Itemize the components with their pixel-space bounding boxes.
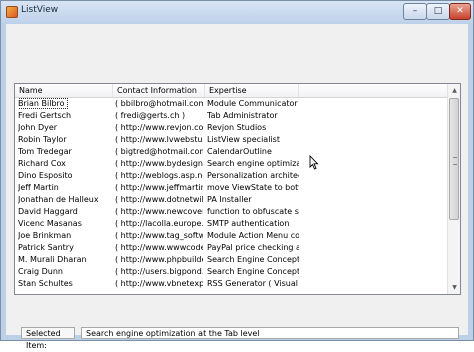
list-item[interactable]: Stan Schultes ( http://www.vbnetexpert...… bbox=[15, 278, 447, 290]
item-expertise: Search engine optimizati... bbox=[207, 159, 299, 168]
column-header-name[interactable]: Name bbox=[15, 84, 113, 97]
item-expertise: PA Installer bbox=[207, 195, 252, 204]
item-contact: ( http://www.bydesignwe... bbox=[115, 159, 203, 168]
item-name: M. Murali Dharan bbox=[18, 255, 87, 264]
item-name: Craig Dunn bbox=[18, 267, 63, 276]
list-item[interactable]: Richard Cox ( http://www.bydesignwe... Sea… bbox=[15, 158, 447, 170]
item-contact: ( http://www.jeffmartin.com... bbox=[115, 183, 203, 192]
list-item[interactable]: Patrick Santry ( http://www.wwwcoder.c...… bbox=[15, 242, 447, 254]
item-contact: ( http://weblogs.asp.net/... bbox=[115, 171, 203, 180]
list-item[interactable]: Brian Bilbro ( bbilbro@hotmail.com ) Modul… bbox=[15, 98, 447, 110]
item-name: Stan Schultes bbox=[18, 279, 73, 288]
item-name: John Dyer bbox=[18, 123, 58, 132]
item-expertise: Tab Administrator bbox=[207, 111, 278, 120]
list-item[interactable]: Dino Esposito ( http://weblogs.asp.net/..… bbox=[15, 170, 447, 182]
window-title: ListView bbox=[21, 5, 59, 15]
item-contact: ( http://www.phpbuilder... bbox=[115, 255, 203, 264]
column-header-expertise[interactable]: Expertise bbox=[205, 84, 299, 97]
item-contact: ( http://www.wwwcoder.c... bbox=[115, 243, 203, 252]
item-expertise: Search Engine Concepts bbox=[207, 255, 299, 264]
item-name: Richard Cox bbox=[18, 159, 66, 168]
list-item[interactable]: M. Murali Dharan ( http://www.phpbuilder.… bbox=[15, 254, 447, 266]
item-expertise: PayPal price checking an... bbox=[207, 243, 299, 252]
item-name: Fredi Gertsch bbox=[18, 111, 72, 120]
item-expertise: SMTP authentication bbox=[207, 219, 290, 228]
close-button[interactable]: ✕ bbox=[449, 3, 471, 20]
list-item[interactable]: Fredi Gertsch ( fredi@gerts.ch ) Tab Admin… bbox=[15, 110, 447, 122]
client-area: Name Contact Information Expertise Brian… bbox=[6, 24, 468, 350]
list-item[interactable]: Jonathan de Halleux ( http://www.dotnetwi… bbox=[15, 194, 447, 206]
item-contact: ( fredi@gerts.ch ) bbox=[115, 111, 186, 120]
item-expertise: RSS Generator ( Visual ... bbox=[207, 279, 299, 288]
list-view[interactable]: Name Contact Information Expertise Brian… bbox=[14, 83, 461, 295]
item-expertise: ListView specialist bbox=[207, 135, 280, 144]
item-name: Jonathan de Halleux bbox=[18, 195, 99, 204]
scroll-down-icon[interactable]: ▼ bbox=[449, 281, 460, 294]
item-expertise: CalendarOutline bbox=[207, 147, 272, 156]
list-item[interactable]: Craig Dunn ( http://users.bigpond.c... Sea… bbox=[15, 266, 447, 278]
item-contact: ( http://www.dotnetwiki.o... bbox=[115, 195, 203, 204]
listview-window: ListView – □ ✕ Name Contact Information … bbox=[0, 0, 474, 350]
item-name: David Haggard bbox=[18, 207, 78, 216]
list-header: Name Contact Information Expertise bbox=[15, 84, 447, 98]
item-name: Brian Bilbro bbox=[18, 98, 68, 109]
list-item[interactable]: David Haggard ( http://www.newcovena... fu… bbox=[15, 206, 447, 218]
list-item[interactable]: Tom Tredegar ( bigtred@hotmail.com ) Calen… bbox=[15, 146, 447, 158]
maximize-button[interactable]: □ bbox=[426, 3, 450, 20]
vertical-scrollbar[interactable]: ▲ ▼ bbox=[447, 84, 460, 294]
list-item[interactable]: Jeff Martin ( http://www.jeffmartin.com..… bbox=[15, 182, 447, 194]
app-icon bbox=[6, 6, 18, 18]
item-expertise: Search Engine Concepts bbox=[207, 267, 299, 276]
title-bar[interactable]: ListView – □ ✕ bbox=[1, 1, 473, 23]
item-contact: ( bigtred@hotmail.com ) bbox=[115, 147, 203, 156]
item-contact: ( http://www.vbnetexpert... bbox=[115, 279, 203, 288]
item-name: Tom Tredegar bbox=[18, 147, 72, 156]
column-header-contact[interactable]: Contact Information bbox=[113, 84, 205, 97]
item-name: Jeff Martin bbox=[18, 183, 59, 192]
item-contact: ( http://www.tag_softwar... bbox=[115, 231, 203, 240]
selected-item-textbox[interactable]: Search engine optimization at the Tab le… bbox=[81, 327, 459, 339]
list-item[interactable]: John Dyer ( http://www.revjon.com) Revjon … bbox=[15, 122, 447, 134]
scrollbar-thumb[interactable] bbox=[449, 98, 459, 220]
item-name: Vicenc Masanas bbox=[18, 219, 82, 228]
item-expertise: Module Action Menu con... bbox=[207, 231, 299, 240]
item-expertise: move ViewState to botto... bbox=[207, 183, 299, 192]
list-item[interactable]: Robin Taylor ( http://www.lvwebstudio... L… bbox=[15, 134, 447, 146]
item-name: Joe Brinkman bbox=[18, 231, 72, 240]
item-expertise: function to obfuscate sen... bbox=[207, 207, 299, 216]
list-item[interactable]: Joe Brinkman ( http://www.tag_softwar... M… bbox=[15, 230, 447, 242]
item-contact: ( http://www.newcovena... bbox=[115, 207, 203, 216]
scroll-up-icon[interactable]: ▲ bbox=[449, 84, 460, 97]
item-contact: ( http://www.lvwebstudio... bbox=[115, 135, 203, 144]
item-contact: ( http://lacolla.europe.w... bbox=[115, 219, 203, 228]
item-contact: ( http://users.bigpond.c... bbox=[115, 267, 203, 276]
item-name: Patrick Santry bbox=[18, 243, 74, 252]
minimize-button[interactable]: – bbox=[403, 3, 427, 20]
item-contact: ( bbilbro@hotmail.com ) bbox=[115, 99, 203, 108]
item-expertise: Module Communicator co... bbox=[207, 99, 299, 108]
item-expertise: Revjon Studios bbox=[207, 123, 267, 132]
list-item[interactable]: Vicenc Masanas ( http://lacolla.europe.w.… bbox=[15, 218, 447, 230]
item-expertise: Personalization architectu... bbox=[207, 171, 299, 180]
grip-icon bbox=[453, 157, 457, 165]
item-name: Dino Esposito bbox=[18, 171, 73, 180]
selected-item-label: Selected Item: bbox=[21, 327, 75, 350]
item-name: Robin Taylor bbox=[18, 135, 67, 144]
item-contact: ( http://www.revjon.com) bbox=[115, 123, 203, 132]
